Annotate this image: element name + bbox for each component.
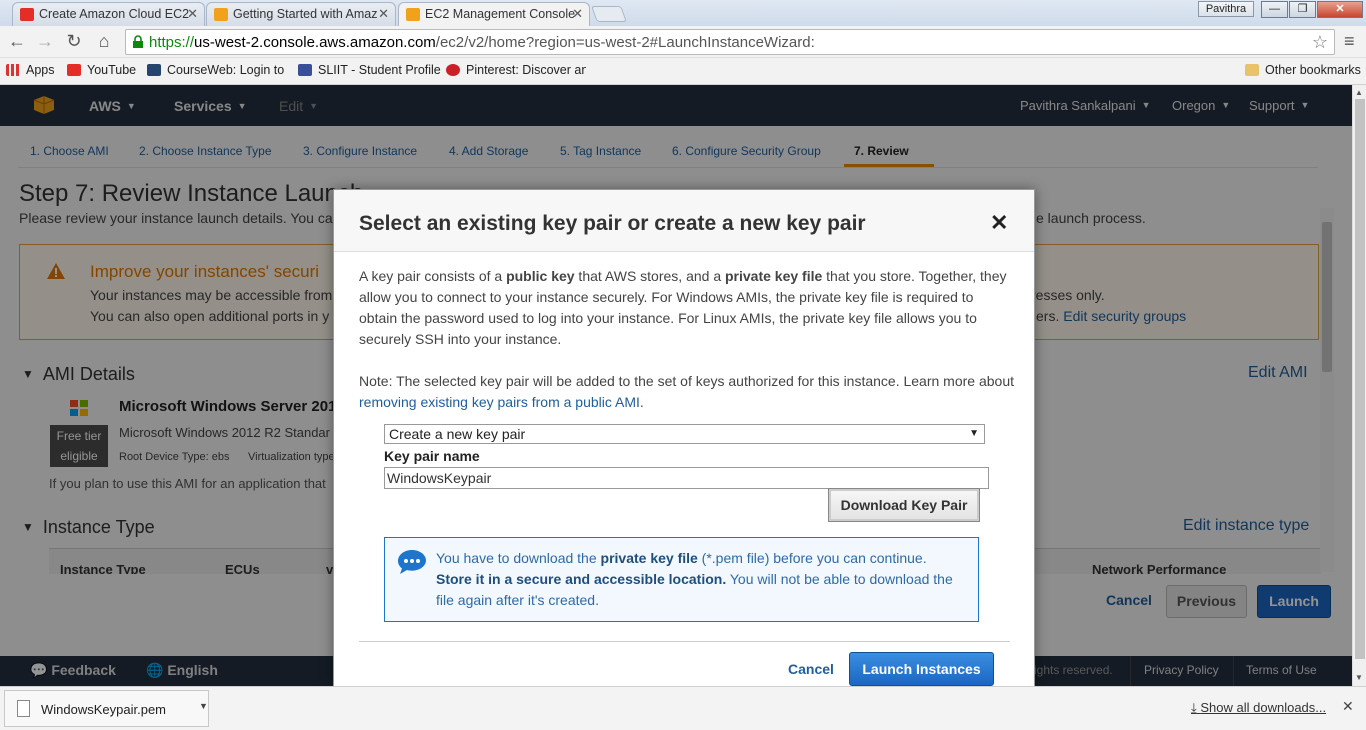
note-text: Note: The selected key pair will be adde…	[359, 373, 1015, 389]
window-close-icon[interactable]: ✕	[1317, 1, 1363, 18]
dropdown-arrow-icon: ▼	[969, 428, 979, 439]
chevron-down-icon[interactable]: ▼	[199, 701, 208, 711]
info-line-2: Store it in a secure and accessible loca…	[436, 571, 953, 587]
bookmark-apps[interactable]: Apps	[6, 63, 55, 77]
dialog-header: Select an existing key pair or create a …	[334, 190, 1034, 252]
apps-grid-icon	[6, 64, 20, 76]
browser-tab-strip: Create Amazon Cloud EC2 ✕ Getting Starte…	[0, 0, 1366, 27]
bookmark-pinterest[interactable]: Pinterest: Discover an	[446, 63, 586, 77]
lock-icon	[133, 35, 143, 48]
browser-tab[interactable]: Create Amazon Cloud EC2 ✕	[12, 2, 205, 26]
text-bold: private key file	[725, 268, 823, 284]
tab-title: Create Amazon Cloud EC2	[39, 7, 190, 21]
text-run: You will not be able to download the	[726, 571, 953, 587]
url-text: https://us-west-2.console.aws.amazon.com…	[149, 34, 815, 51]
new-tab-button[interactable]	[591, 6, 627, 22]
bookmark-star-icon[interactable]: ☆	[1312, 32, 1328, 53]
maximize-icon[interactable]: ❐	[1289, 1, 1316, 18]
text-bold: Store it in a secure and accessible loca…	[436, 571, 727, 587]
scroll-down-arrow-icon[interactable]: ▼	[1355, 673, 1363, 682]
download-info-box: You have to download the private key fil…	[384, 537, 979, 622]
browser-tab[interactable]: Getting Started with Amaz ✕	[206, 2, 396, 26]
other-bookmarks[interactable]: Other bookmarks	[1245, 63, 1361, 77]
key-pair-name-input[interactable]: WindowsKeypair	[384, 467, 989, 489]
show-all-downloads-link[interactable]: ⤓ Show all downloads...	[1191, 700, 1326, 716]
info-line-1: You have to download the private key fil…	[436, 550, 927, 566]
download-arrow-icon: ⤓	[1191, 700, 1197, 715]
url-path: /ec2/v2/home?region=us-west-2#LaunchInst…	[435, 34, 815, 51]
bookmark-sliit[interactable]: SLIIT - Student Profile	[298, 63, 441, 77]
tab-title: Getting Started with Amaz	[233, 7, 378, 21]
bookmarks-bar: Apps YouTube CourseWeb: Login to SLIIT -…	[0, 58, 1366, 85]
home-icon[interactable]: ⌂	[93, 31, 115, 52]
bookmark-label: CourseWeb: Login to	[167, 63, 285, 77]
browser-menu-icon[interactable]: ≡	[1344, 31, 1355, 52]
close-downloads-icon[interactable]: ✕	[1342, 698, 1354, 715]
forward-arrow-icon[interactable]: →	[34, 31, 56, 52]
file-icon	[17, 700, 30, 717]
youtube-icon	[67, 64, 81, 76]
close-tab-icon[interactable]: ✕	[378, 6, 389, 22]
bookmark-courseweb[interactable]: CourseWeb: Login to	[147, 63, 284, 77]
text-run: (*.pem file) before you can continue.	[697, 550, 927, 566]
speech-bubble-icon	[398, 550, 426, 574]
text-run: A key pair consists of a	[359, 268, 507, 284]
dialog-cancel-button[interactable]: Cancel	[788, 661, 834, 677]
close-icon[interactable]: ✕	[990, 210, 1008, 236]
close-tab-icon[interactable]: ✕	[187, 6, 198, 22]
other-bookmarks-label: Other bookmarks	[1265, 63, 1361, 77]
close-tab-icon[interactable]: ✕	[572, 6, 583, 22]
downloads-bar: WindowsKeypair.pem ▼ ⤓ Show all download…	[0, 686, 1366, 730]
key-pair-name-label: Key pair name	[384, 448, 480, 464]
youtube-icon	[20, 8, 34, 21]
aws-box-icon	[406, 8, 420, 21]
note-end: .	[639, 394, 644, 410]
text-bold: public key	[506, 268, 575, 284]
tab-title: EC2 Management Console	[425, 7, 576, 21]
minimize-icon[interactable]: —	[1261, 1, 1288, 18]
back-arrow-icon[interactable]: ←	[6, 31, 28, 52]
bookmark-label: Apps	[26, 63, 55, 77]
text-run: that AWS stores, and a	[574, 268, 725, 284]
info-line-3: file again after it's created.	[436, 592, 599, 608]
download-item[interactable]: WindowsKeypair.pem ▼	[4, 690, 209, 727]
courseweb-icon	[147, 64, 161, 76]
dialog-divider	[359, 641, 1010, 642]
show-all-label: Show all downloads...	[1200, 700, 1327, 715]
dialog-title: Select an existing key pair or create a …	[359, 212, 866, 235]
removing-key-pairs-link[interactable]: removing existing key pairs from a publi…	[359, 394, 640, 410]
launch-instances-button[interactable]: Launch Instances	[849, 652, 994, 686]
sliit-icon	[298, 64, 312, 76]
pinterest-icon	[446, 64, 460, 76]
bookmark-label: YouTube	[87, 63, 137, 77]
window-scrollbar[interactable]: ▲ ▼	[1352, 85, 1366, 686]
browser-toolbar: ← → ↻ ⌂ https://us-west-2.console.aws.am…	[0, 26, 1366, 58]
bookmark-label: SLIIT - Student Profile	[318, 63, 441, 77]
scroll-up-arrow-icon[interactable]: ▲	[1355, 88, 1363, 97]
scrollbar-thumb[interactable]	[1355, 99, 1365, 659]
bookmark-youtube[interactable]: YouTube	[67, 63, 136, 77]
text-run: You have to download the	[436, 550, 601, 566]
aws-box-icon	[214, 8, 228, 21]
key-pair-dialog: Select an existing key pair or create a …	[333, 189, 1035, 686]
address-bar[interactable]: https://us-west-2.console.aws.amazon.com…	[125, 29, 1335, 55]
key-pair-explanation: A key pair consists of a public key that…	[359, 266, 1014, 350]
download-key-pair-button[interactable]: Download Key Pair	[828, 488, 980, 522]
reload-icon[interactable]: ↻	[63, 31, 85, 52]
bookmark-label: Pinterest: Discover an	[466, 63, 586, 77]
text-bold: private key file	[600, 550, 698, 566]
key-pair-option-select[interactable]: Create a new key pair ▼	[384, 424, 985, 444]
browser-tab-active[interactable]: EC2 Management Console ✕	[398, 2, 590, 27]
folder-icon	[1245, 64, 1259, 76]
url-host: us-west-2.console.aws.amazon.com	[194, 34, 436, 51]
download-file-name: WindowsKeypair.pem	[41, 702, 166, 717]
key-pair-note: Note: The selected key pair will be adde…	[359, 371, 1014, 413]
url-scheme: https://	[149, 34, 195, 51]
browser-profile-badge[interactable]: Pavithra	[1198, 1, 1254, 17]
select-value: Create a new key pair	[389, 426, 526, 442]
